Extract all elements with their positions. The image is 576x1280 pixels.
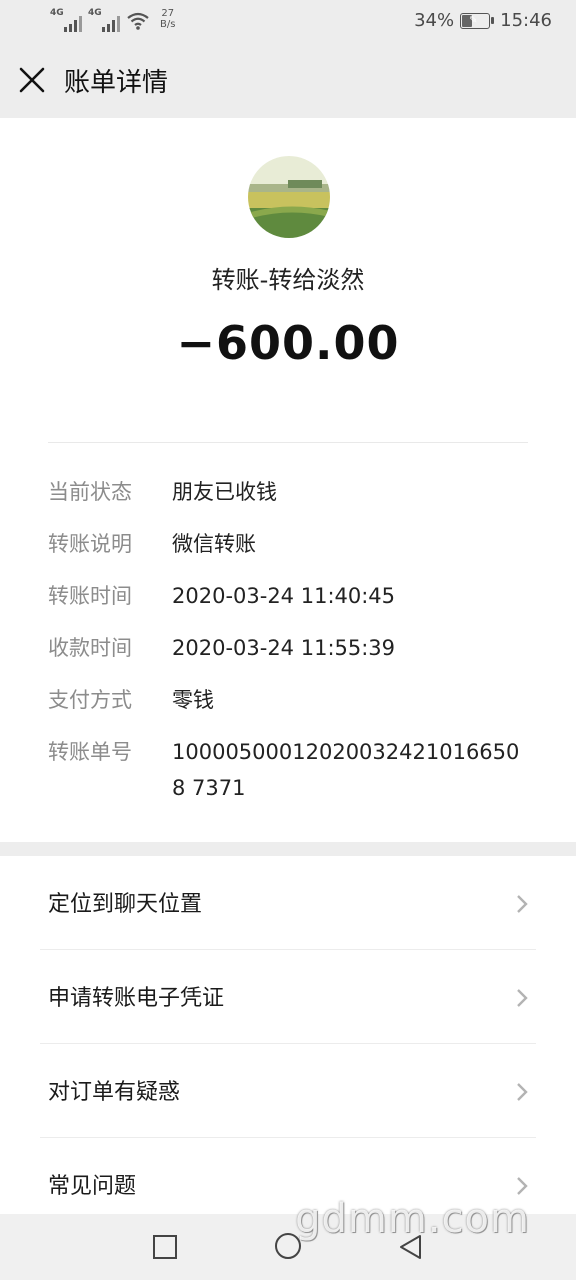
detail-value: 2020-03-24 11:55:39 [172,636,396,660]
chevron-right-icon [517,1083,528,1101]
status-bar: 4G 4G 27 B/s 34% ✎ 15:46 [0,0,576,42]
payee-label: 转账-转给淡然 [211,266,365,294]
chevron-right-icon [517,1177,528,1195]
detail-value: 2020-03-24 11:40:45 [172,584,396,608]
detail-value: 微信转账 [172,532,256,556]
watermark: gdmm.com [295,1196,530,1242]
recent-apps-icon[interactable] [152,1234,178,1260]
close-icon[interactable] [18,66,46,94]
menu-item-locate-chat[interactable]: 定位到聊天位置 [0,856,576,950]
leaf-icon: ✎ [469,14,478,26]
chevron-right-icon [517,895,528,913]
menu-item-label: 定位到聊天位置 [48,892,203,917]
network-speed: 27 B/s [160,8,176,30]
divider [48,442,528,443]
detail-label: 转账单号 [48,740,132,764]
detail-value: 零钱 [172,688,214,712]
detail-label: 收款时间 [48,636,132,660]
detail-row-transfer-time: 转账时间 2020-03-24 11:40:45 [48,582,538,614]
detail-row-note: 转账说明 微信转账 [48,530,538,562]
signal-icon: 4G [88,8,120,32]
page-title: 账单详情 [64,68,169,98]
detail-value: 朋友已收钱 [172,480,277,504]
detail-row-payment-method: 支付方式 零钱 [48,686,538,718]
detail-row-transfer-id: 转账单号 100005000120200324210166508 7371 [48,738,538,806]
detail-label: 当前状态 [48,480,132,504]
detail-label: 转账说明 [48,532,132,556]
battery-icon: ✎ [460,12,495,29]
menu-item-label: 常见问题 [48,1174,137,1199]
signal-icon: 4G [50,8,82,32]
menu-item-label: 对订单有疑惑 [48,1080,181,1105]
detail-list: 当前状态 朋友已收钱 转账说明 微信转账 转账时间 2020-03-24 11:… [48,478,538,826]
clock: 15:46 [500,10,552,31]
detail-label: 支付方式 [48,688,132,712]
menu-item-e-voucher[interactable]: 申请转账电子凭证 [0,950,576,1044]
menu-item-order-question[interactable]: 对订单有疑惑 [0,1044,576,1138]
avatar [248,156,330,238]
detail-row-receive-time: 收款时间 2020-03-24 11:55:39 [48,634,538,666]
wifi-icon [127,12,149,30]
nav-bar: 账单详情 [0,42,576,118]
menu-item-label: 申请转账电子凭证 [48,986,225,1011]
chevron-right-icon [517,989,528,1007]
detail-row-status: 当前状态 朋友已收钱 [48,478,538,510]
battery-percent: 34% [414,10,455,31]
detail-label: 转账时间 [48,584,132,608]
action-menu: 定位到聊天位置 申请转账电子凭证 对订单有疑惑 常见问题 [0,856,576,1216]
bill-card: 转账-转给淡然 −600.00 当前状态 朋友已收钱 转账说明 微信转账 转账时… [0,118,576,842]
detail-value: 100005000120200324210166508 7371 [172,740,520,800]
amount: −600.00 [176,316,400,370]
